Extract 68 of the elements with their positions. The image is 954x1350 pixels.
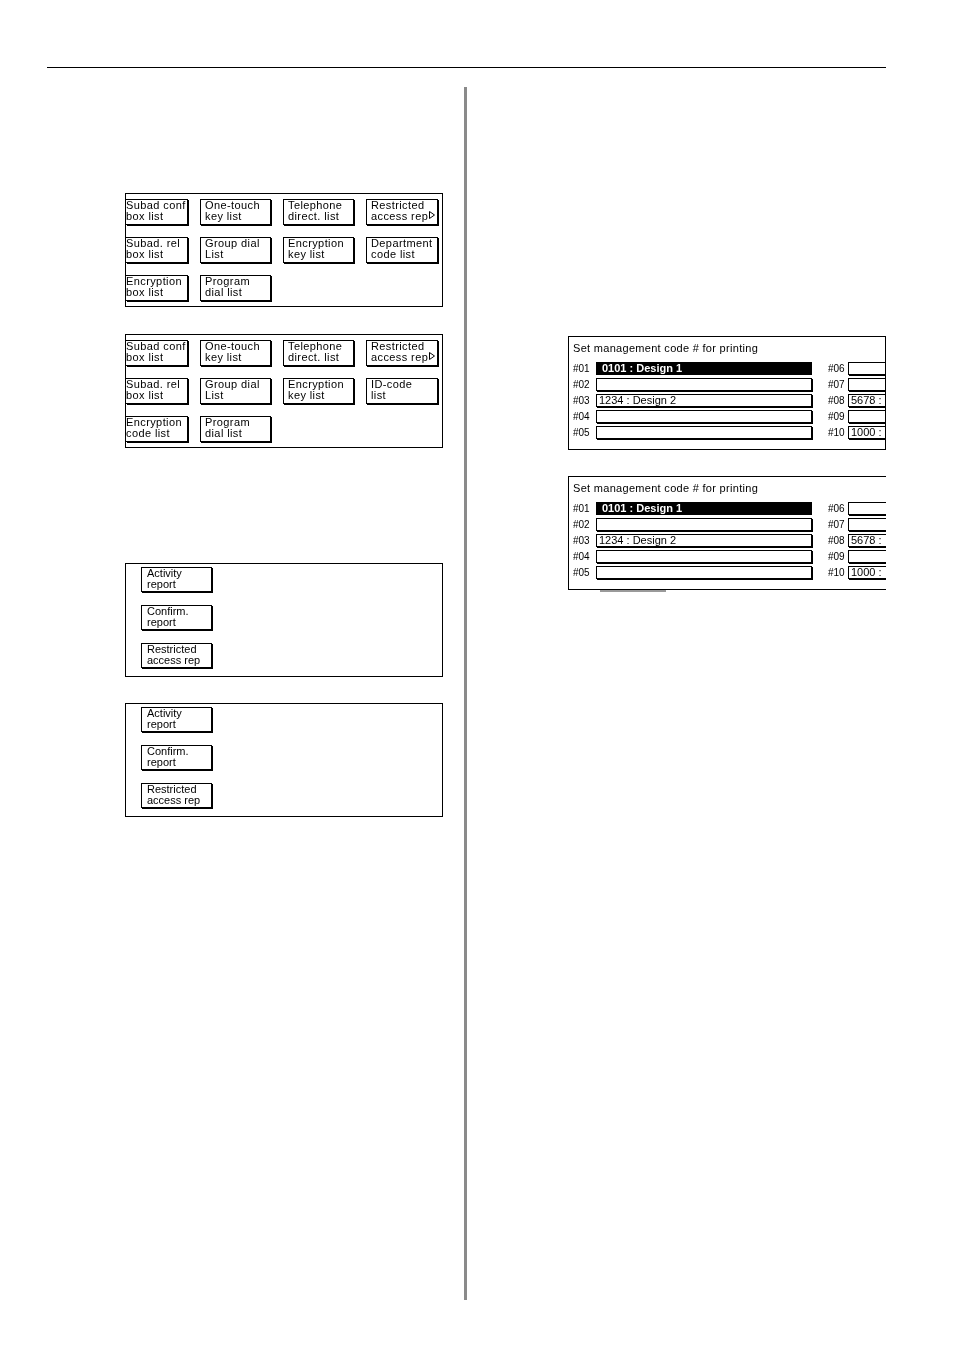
list-button[interactable]: Group dial List <box>200 378 271 404</box>
report-button[interactable]: Confirm. report <box>141 605 212 630</box>
list-button[interactable]: One-touch key list <box>200 340 271 366</box>
report-button[interactable]: Activity report <box>141 567 212 592</box>
code-entry[interactable] <box>596 426 812 439</box>
entry-number: #10 <box>828 566 846 579</box>
list-button[interactable]: Subad conf box list <box>126 199 188 225</box>
report-button[interactable]: Restricted access rep <box>141 783 212 808</box>
code-entry[interactable] <box>596 378 812 391</box>
entry-number: #03 <box>573 394 591 407</box>
code-entry[interactable]: 1234 : Design 2 <box>596 394 812 407</box>
panel-title: Set management code # for printing <box>573 341 759 355</box>
code-entry[interactable] <box>596 566 812 579</box>
entry-number: #10 <box>828 426 846 439</box>
list-button[interactable]: ID-code list <box>366 378 438 404</box>
code-entry[interactable] <box>848 378 885 391</box>
entry-number: #09 <box>828 410 846 423</box>
code-entry[interactable] <box>848 502 886 515</box>
report-button[interactable]: Activity report <box>141 707 212 732</box>
code-entry[interactable] <box>848 550 886 563</box>
entry-number: #07 <box>828 518 846 531</box>
code-entry[interactable] <box>596 550 812 563</box>
entry-number: #07 <box>828 378 846 391</box>
code-entry[interactable]: 0101 : Design 1 <box>596 502 812 515</box>
list-button[interactable]: Encryption key list <box>283 378 354 404</box>
entry-number: #03 <box>573 534 591 547</box>
list-button[interactable]: Group dial List <box>200 237 271 263</box>
entry-number: #01 <box>573 362 591 375</box>
list-button[interactable]: Subad conf box list <box>126 340 188 366</box>
code-entry[interactable] <box>848 410 885 423</box>
list-button[interactable]: Restricted access rep <box>366 340 438 366</box>
list-button[interactable]: Department code list <box>366 237 438 263</box>
entry-number: #09 <box>828 550 846 563</box>
list-button[interactable]: Telephone direct. list <box>283 340 354 366</box>
entry-number: #06 <box>828 362 846 375</box>
code-entry[interactable]: 1000 : <box>848 566 886 579</box>
entry-number: #08 <box>828 394 846 407</box>
code-entry[interactable]: 1000 : <box>848 426 885 439</box>
code-entry[interactable] <box>848 362 885 375</box>
code-entry[interactable]: 5678 : <box>848 394 885 407</box>
list-button[interactable]: Encryption box list <box>126 275 188 301</box>
entry-number: #02 <box>573 378 591 391</box>
list-button[interactable]: Subad. rel box list <box>126 237 188 263</box>
report-button[interactable]: Confirm. report <box>141 745 212 770</box>
code-entry[interactable]: 0101 : Design 1 <box>596 362 812 375</box>
entry-number: #04 <box>573 410 591 423</box>
code-entry[interactable]: 5678 : <box>848 534 886 547</box>
list-button[interactable]: Telephone direct. list <box>283 199 354 225</box>
entry-number: #05 <box>573 566 591 579</box>
report-button[interactable]: Restricted access rep <box>141 643 212 668</box>
list-button[interactable]: Program dial list <box>200 275 271 301</box>
code-entry[interactable]: 1234 : Design 2 <box>596 534 812 547</box>
code-entry[interactable] <box>848 518 886 531</box>
list-button[interactable]: Encryption key list <box>283 237 354 263</box>
list-button[interactable]: Restricted access rep <box>366 199 438 225</box>
code-entry[interactable] <box>596 410 812 423</box>
code-entry[interactable] <box>596 518 812 531</box>
entry-number: #02 <box>573 518 591 531</box>
panel-title: Set management code # for printing <box>573 481 759 495</box>
entry-number: #08 <box>828 534 846 547</box>
entry-number: #06 <box>828 502 846 515</box>
list-button[interactable]: One-touch key list <box>200 199 271 225</box>
entry-number: #04 <box>573 550 591 563</box>
entry-number: #01 <box>573 502 591 515</box>
list-button[interactable]: Subad. rel box list <box>126 378 188 404</box>
list-button[interactable]: Encryption code list <box>126 416 188 442</box>
entry-number: #05 <box>573 426 591 439</box>
list-button[interactable]: Program dial list <box>200 416 271 442</box>
